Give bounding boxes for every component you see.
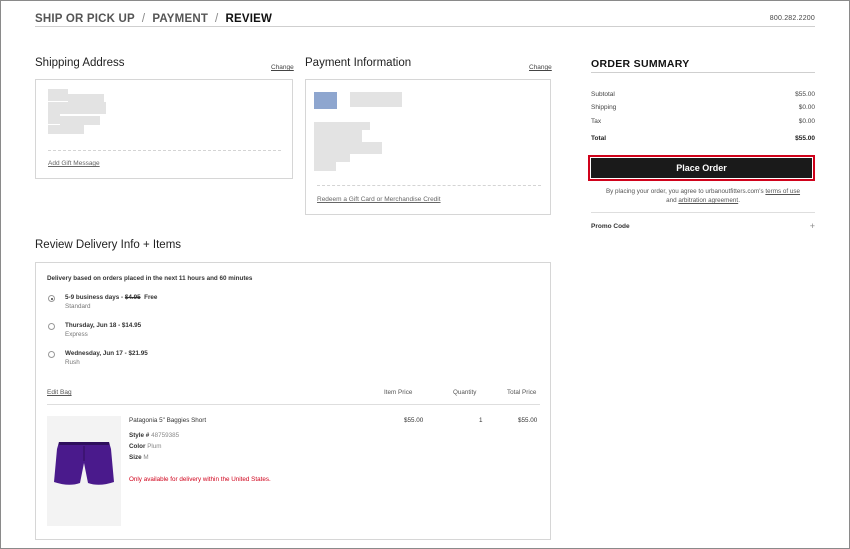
redeem-gift-card-link[interactable]: Redeem a Gift Card or Merchandise Credit [317, 196, 441, 203]
item-quantity: 1 [479, 417, 483, 424]
option-text: 5-9 business days - $4.95 Free Standard [65, 294, 157, 311]
terms-suffix: . [738, 197, 740, 204]
size-label: Size [129, 454, 142, 461]
option-price: Free [144, 294, 158, 301]
redacted-text [314, 162, 336, 171]
shipping-address-title: Shipping Address [35, 57, 125, 69]
terms-notice: By placing your order, you agree to urba… [591, 187, 815, 205]
radio-button-selected[interactable] [48, 295, 55, 302]
summary-row-shipping: Shipping $0.00 [591, 104, 815, 111]
summary-row-total: Total $55.00 [591, 135, 815, 142]
promo-divider [591, 212, 815, 213]
shorts-image [54, 442, 114, 485]
summary-label: Tax [591, 118, 602, 125]
summary-label: Total [591, 135, 607, 142]
edit-bag-link[interactable]: Edit Bag [47, 389, 72, 396]
items-divider [47, 404, 540, 405]
option-text: Wednesday, Jun 17 - $21.95 Rush [65, 350, 148, 367]
summary-row-tax: Tax $0.00 [591, 118, 815, 125]
option-type: Standard [65, 302, 91, 310]
redacted-text [314, 142, 382, 154]
checkout-breadcrumb: SHIP OR PICK UP / PAYMENT / REVIEW [35, 13, 272, 25]
terms-of-use-link[interactable]: terms of use [765, 188, 800, 195]
plus-icon[interactable]: + [810, 222, 815, 231]
card-logo-icon [314, 92, 337, 109]
add-gift-message-link[interactable]: Add Gift Message [48, 160, 100, 167]
style-value: 48759385 [151, 432, 180, 439]
payment-information-panel: Redeem a Gift Card or Merchandise Credit [305, 79, 551, 215]
column-quantity: Quantity [453, 389, 477, 396]
summary-value: $0.00 [798, 118, 815, 125]
summary-row-subtotal: Subtotal $55.00 [591, 91, 815, 98]
breadcrumb-separator: / [141, 12, 146, 25]
item-price: $55.00 [404, 417, 424, 424]
option-title: Wednesday, Jun 17 - $21.95 [65, 350, 148, 357]
product-color: Color Plum [129, 443, 162, 450]
terms-prefix: By placing your order, you agree to urba… [605, 188, 764, 195]
delivery-note: Delivery based on orders placed in the n… [47, 275, 253, 282]
terms-and: and [666, 197, 677, 204]
step-payment[interactable]: PAYMENT [152, 13, 208, 25]
order-summary-divider [591, 72, 815, 73]
phone-number[interactable]: 800.282.2200 [770, 15, 815, 22]
payment-change-link[interactable]: Change [529, 64, 552, 71]
option-type: Rush [65, 358, 80, 366]
dashed-divider [48, 150, 281, 151]
redacted-text [350, 92, 402, 107]
color-label: Color [129, 443, 146, 450]
summary-label: Subtotal [591, 91, 615, 98]
summary-label: Shipping [591, 104, 617, 111]
size-value: M [143, 454, 149, 461]
option-old-price: $4.95 [124, 294, 141, 301]
product-name[interactable]: Patagonia 5" Baggies Short [129, 417, 206, 424]
product-image[interactable] [47, 416, 121, 526]
style-label: Style # [129, 432, 150, 439]
order-summary-title: ORDER SUMMARY [591, 58, 690, 70]
redacted-text [48, 89, 68, 101]
dashed-divider [317, 185, 541, 186]
radio-button[interactable] [48, 323, 55, 330]
option-name: 5-9 business days - [65, 294, 125, 301]
header-divider [35, 26, 815, 27]
delivery-option-rush[interactable]: Wednesday, Jun 17 - $21.95 Rush [48, 350, 148, 367]
place-order-button[interactable]: Place Order [591, 158, 812, 178]
redacted-text [48, 114, 60, 124]
promo-code-toggle[interactable]: Promo Code + [591, 222, 815, 231]
delivery-option-standard[interactable]: 5-9 business days - $4.95 Free Standard [48, 294, 157, 311]
radio-button[interactable] [48, 351, 55, 358]
redacted-text [48, 125, 84, 134]
option-title: Thursday, Jun 18 - $14.95 [65, 322, 142, 329]
redacted-text [68, 94, 104, 102]
shipping-address-panel: Add Gift Message [35, 79, 293, 179]
summary-value: $0.00 [798, 104, 815, 111]
summary-value: $55.00 [795, 91, 815, 98]
redacted-text [60, 116, 100, 125]
product-style: Style # 48759385 [129, 432, 179, 439]
checkout-header: SHIP OR PICK UP / PAYMENT / REVIEW 800.2… [35, 10, 815, 27]
color-value: Plum [147, 443, 162, 450]
item-total-price: $55.00 [518, 417, 538, 424]
redacted-text [314, 122, 370, 130]
delivery-warning: Only available for delivery within the U… [129, 476, 271, 483]
review-delivery-title: Review Delivery Info + Items [35, 239, 182, 251]
redacted-text [48, 102, 106, 114]
payment-information-title: Payment Information [305, 57, 412, 69]
promo-code-label: Promo Code [591, 223, 630, 230]
product-size: Size M [129, 454, 149, 461]
column-total-price: Total Price [507, 389, 537, 396]
shipping-change-link[interactable]: Change [271, 64, 294, 71]
option-text: Thursday, Jun 18 - $14.95 Express [65, 322, 141, 339]
breadcrumb-separator: / [215, 12, 219, 25]
option-type: Express [65, 330, 88, 338]
delivery-option-express[interactable]: Thursday, Jun 18 - $14.95 Express [48, 322, 141, 339]
step-review: REVIEW [225, 12, 273, 25]
option-title: 5-9 business days - $4.95 Free [65, 294, 157, 303]
step-ship-or-pick-up[interactable]: SHIP OR PICK UP [35, 13, 135, 25]
arbitration-agreement-link[interactable]: arbitration agreement [678, 197, 738, 204]
redacted-text [314, 130, 362, 142]
summary-value: $55.00 [795, 135, 815, 142]
redacted-text [314, 154, 350, 162]
column-item-price: Item Price [384, 389, 413, 396]
